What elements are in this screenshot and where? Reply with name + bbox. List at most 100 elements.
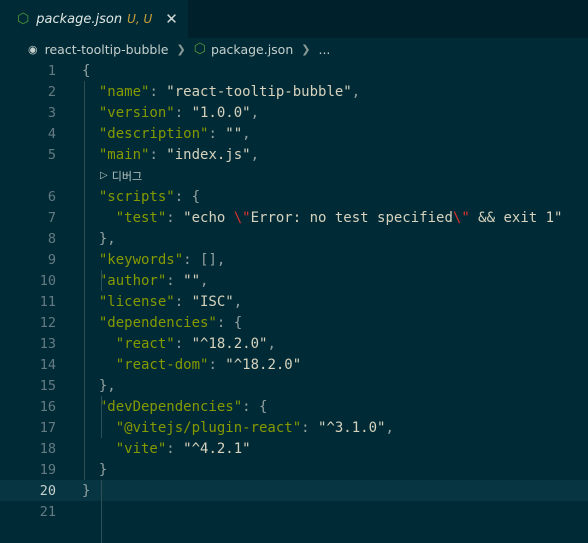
line-number: 8 bbox=[47, 230, 56, 247]
close-icon[interactable]: ✕ bbox=[165, 10, 178, 28]
code-text: "keywords": [], bbox=[56, 252, 225, 268]
code-token: "^3.1.0" bbox=[318, 419, 386, 436]
code-token: \" bbox=[233, 209, 251, 226]
code-token: : { bbox=[242, 398, 268, 415]
line-number: 10 bbox=[39, 272, 56, 289]
code-token: "vite" bbox=[115, 440, 167, 457]
line-number: 5 bbox=[47, 146, 56, 163]
tab-package-json[interactable]: ⬡ package.json U, U ✕ bbox=[0, 0, 188, 38]
code-text: "name": "react-tooltip-bubble", bbox=[56, 84, 360, 100]
code-token: : bbox=[149, 83, 167, 100]
code-token: "author" bbox=[98, 272, 167, 289]
code-token: , bbox=[351, 83, 361, 100]
code-token: , bbox=[200, 272, 209, 289]
line-number: 13 bbox=[39, 335, 56, 352]
code-line[interactable]: 14 "react-dom": "^18.2.0" bbox=[0, 354, 588, 375]
code-token: "version" bbox=[98, 104, 175, 121]
folder-icon: ◉ bbox=[28, 42, 38, 56]
code-token: : bbox=[166, 440, 184, 457]
codelens-debug[interactable]: ▷ 디버그 bbox=[0, 165, 588, 186]
code-token: "license" bbox=[98, 293, 175, 310]
code-token: "^4.2.1" bbox=[183, 440, 251, 457]
code-editor[interactable]: 1{2 "name": "react-tooltip-bubble", 3 "ve… bbox=[0, 60, 588, 543]
code-token: : bbox=[166, 209, 184, 226]
code-line[interactable]: 7 "test": "echo \"Error: no test specifi… bbox=[0, 207, 588, 228]
code-token: Error: no test specified bbox=[250, 209, 453, 226]
code-line[interactable]: 1{ bbox=[0, 60, 588, 81]
code-token: , bbox=[242, 125, 251, 142]
code-token: : bbox=[301, 419, 319, 436]
line-number: 17 bbox=[39, 419, 56, 436]
code-token: "devDependencies" bbox=[98, 398, 243, 415]
code-text: }, bbox=[56, 378, 116, 394]
breadcrumb-file[interactable]: package.json bbox=[211, 42, 293, 57]
code-line[interactable]: 18 "vite": "^4.2.1" bbox=[0, 438, 588, 459]
code-token: }, bbox=[82, 230, 116, 247]
breadcrumb-more[interactable]: ... bbox=[318, 42, 330, 57]
code-token: "@vitejs/plugin-react" bbox=[115, 419, 302, 436]
line-number: 21 bbox=[39, 503, 56, 520]
line-number: 16 bbox=[39, 398, 56, 415]
code-line[interactable]: 17 "@vitejs/plugin-react": "^3.1.0", bbox=[0, 417, 588, 438]
code-line[interactable]: 19 } bbox=[0, 459, 588, 480]
code-line[interactable]: 5 "main": "index.js", bbox=[0, 144, 588, 165]
code-token: "1.0.0" bbox=[191, 104, 251, 121]
code-line[interactable]: 10 "author": "", bbox=[0, 270, 588, 291]
code-token: , bbox=[250, 104, 260, 121]
line-number: 20 bbox=[39, 482, 56, 499]
line-number: 4 bbox=[47, 125, 56, 142]
line-number: 18 bbox=[39, 440, 56, 457]
code-text: "react": "^18.2.0", bbox=[56, 336, 276, 352]
line-number: 9 bbox=[47, 251, 56, 268]
code-line[interactable]: 12 "dependencies": { bbox=[0, 312, 588, 333]
code-text: }, bbox=[56, 231, 116, 247]
code-token: , bbox=[250, 146, 260, 163]
line-number: 14 bbox=[39, 356, 56, 373]
line-number: 15 bbox=[39, 377, 56, 394]
code-text: "devDependencies": { bbox=[56, 398, 268, 415]
indent-guide bbox=[101, 396, 102, 438]
play-icon: ▷ bbox=[100, 170, 108, 181]
tab-bar: ⬡ package.json U, U ✕ bbox=[0, 0, 588, 38]
code-token: "main" bbox=[98, 146, 150, 163]
code-token: : bbox=[149, 146, 167, 163]
code-text: "test": "echo \"Error: no test specified… bbox=[56, 209, 563, 226]
code-line[interactable]: 3 "version": "1.0.0", bbox=[0, 102, 588, 123]
line-number: 3 bbox=[47, 104, 56, 121]
code-line[interactable]: 16 "devDependencies": { bbox=[0, 396, 588, 417]
code-line[interactable]: 9 "keywords": [], bbox=[0, 249, 588, 270]
code-line[interactable]: 8 }, bbox=[0, 228, 588, 249]
code-token: "react-tooltip-bubble" bbox=[166, 83, 352, 100]
code-token: : bbox=[174, 335, 192, 352]
chevron-right-icon: ❯ bbox=[176, 42, 186, 56]
code-token: "name" bbox=[98, 83, 150, 100]
code-token: } bbox=[82, 482, 91, 499]
code-line[interactable]: 4 "description": "", bbox=[0, 123, 588, 144]
code-line[interactable]: 11 "license": "ISC", bbox=[0, 291, 588, 312]
code-token: "" bbox=[183, 272, 201, 289]
code-token: "" bbox=[225, 125, 243, 142]
code-line[interactable]: 20} bbox=[0, 480, 588, 501]
code-token: , bbox=[385, 419, 394, 436]
indent-guide bbox=[84, 81, 85, 480]
code-token: \" bbox=[452, 209, 470, 226]
code-token: "react" bbox=[115, 335, 175, 352]
code-line[interactable]: 15 }, bbox=[0, 375, 588, 396]
line-number: 12 bbox=[39, 314, 56, 331]
breadcrumb: ◉ react-tooltip-bubble ❯ ⬡ package.json … bbox=[0, 38, 588, 60]
code-token: "ISC" bbox=[191, 293, 234, 310]
code-token: : bbox=[174, 293, 192, 310]
code-token: && exit 1" bbox=[469, 209, 563, 226]
code-token: "description" bbox=[98, 125, 209, 142]
tab-modified-status: U, U bbox=[127, 12, 153, 26]
code-token: "scripts" bbox=[98, 188, 175, 205]
breadcrumb-folder[interactable]: react-tooltip-bubble bbox=[45, 42, 169, 57]
code-line[interactable]: 13 "react": "^18.2.0", bbox=[0, 333, 588, 354]
code-line[interactable]: 2 "name": "react-tooltip-bubble", bbox=[0, 81, 588, 102]
code-line[interactable]: 6 "scripts": { bbox=[0, 186, 588, 207]
code-line[interactable]: 21 bbox=[0, 501, 588, 522]
